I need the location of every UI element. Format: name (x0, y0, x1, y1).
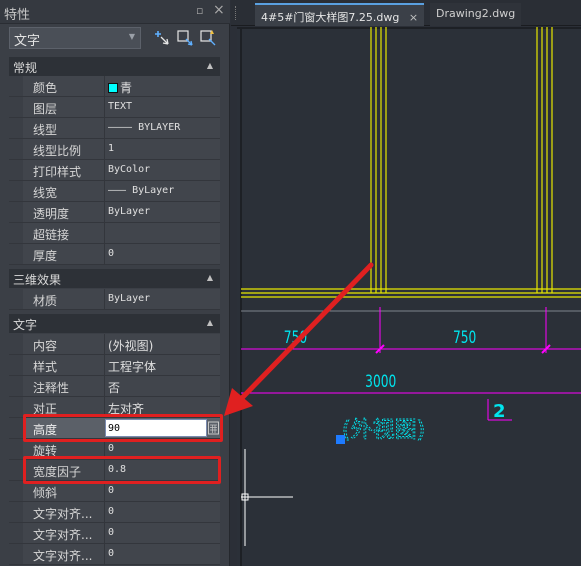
section-3d-title: 三维效果 (13, 273, 62, 287)
prop-value[interactable]: 0 (108, 548, 114, 559)
prop-value[interactable]: 0 (108, 485, 114, 496)
prop-row-justify[interactable]: 对正 左对齐 (9, 397, 220, 418)
select-objects-icon[interactable] (175, 28, 195, 48)
section-text-header[interactable]: 文字 ▲ (9, 314, 220, 333)
calculator-icon[interactable] (207, 419, 220, 437)
section-text-title: 文字 (13, 318, 38, 332)
properties-panel: 特性 ▫ × 文字 ▼ 常规 ▲ 颜色 青 图层 TEXT 线型 ———— BY… (0, 0, 230, 566)
close-icon[interactable]: × (409, 11, 418, 24)
prop-value[interactable]: 1 (108, 143, 114, 154)
prop-row-color[interactable]: 颜色 青 (9, 76, 220, 97)
selected-text-entity[interactable]: (外视图) (342, 418, 426, 444)
prop-row-linetype[interactable]: 线型 ———— BYLAYER (9, 118, 220, 139)
prop-label: 透明度 (33, 207, 70, 221)
tab-label: Drawing2.dwg (436, 7, 516, 20)
prop-label: 样式 (33, 360, 58, 374)
section-3d-header[interactable]: 三维效果 ▲ (9, 269, 220, 288)
prop-value[interactable]: 工程字体 (108, 358, 156, 375)
tab-label: 4#5#门窗大样图7.25.dwg (261, 11, 400, 24)
dimension-text-right: 750 (453, 328, 476, 348)
prop-row-transparency[interactable]: 透明度 ByLayer (9, 202, 220, 223)
prop-label: 文字对齐... (33, 528, 93, 542)
prop-value[interactable]: ——— ByLayer (108, 185, 174, 196)
prop-row-hyperlink[interactable]: 超链接 (9, 223, 220, 244)
prop-label: 旋转 (33, 444, 58, 458)
prop-label: 文字对齐... (33, 507, 93, 521)
prop-row-lineweight[interactable]: 线宽 ——— ByLayer (9, 181, 220, 202)
dimension-text-left: 750 (284, 328, 307, 348)
dimension-text-total: 3000 (365, 372, 396, 392)
prop-value[interactable]: ByLayer (108, 293, 150, 304)
prop-row-width-factor[interactable]: 宽度因子 0.8 (9, 460, 220, 481)
prop-label: 对正 (33, 402, 58, 416)
prop-value[interactable]: ———— BYLAYER (108, 122, 180, 133)
drawing-canvas[interactable]: 750 750 3000 2 (外视图) (237, 27, 581, 566)
panel-title-bar: 特性 ▫ × (0, 0, 230, 24)
prop-row-text-align-y[interactable]: 文字对齐... 0 (9, 523, 220, 544)
color-name: 青 (120, 81, 133, 95)
prop-value-color[interactable]: 青 (108, 79, 132, 96)
document-tab-bar: 4#5#门窗大样图7.25.dwg × Drawing2.dwg (231, 0, 581, 26)
prop-label: 高度 (33, 423, 58, 437)
prop-row-plot-style[interactable]: 打印样式 ByColor (9, 160, 220, 181)
prop-row-style[interactable]: 样式 工程字体 (9, 355, 220, 376)
prop-row-text-align-z[interactable]: 文字对齐... 0 (9, 544, 220, 565)
prop-row-material[interactable]: 材质 ByLayer (9, 289, 220, 310)
tab-drawing2[interactable]: Drawing2.dwg (430, 3, 522, 26)
quick-select-icon[interactable] (198, 28, 218, 48)
close-icon[interactable]: × (213, 2, 225, 18)
prop-row-height[interactable]: 高度 (9, 418, 220, 439)
height-input[interactable] (105, 419, 207, 437)
prop-label: 内容 (33, 339, 58, 353)
prop-row-layer[interactable]: 图层 TEXT (9, 97, 220, 118)
prop-value[interactable]: ByColor (108, 164, 150, 175)
tab-door-window-detail[interactable]: 4#5#门窗大样图7.25.dwg × (255, 3, 425, 26)
prop-row-rotation[interactable]: 旋转 0 (9, 439, 220, 460)
prop-row-text-align-x[interactable]: 文字对齐... 0 (9, 502, 220, 523)
prop-label: 文字对齐... (33, 549, 93, 563)
prop-row-annotative[interactable]: 注释性 否 (9, 376, 220, 397)
prop-label: 宽度因子 (33, 465, 82, 479)
prop-value[interactable]: 0 (108, 506, 114, 517)
prop-value[interactable]: 0.8 (108, 464, 126, 475)
pin-icon[interactable]: ▫ (196, 4, 203, 17)
prop-value[interactable]: 否 (108, 379, 120, 396)
prop-value[interactable]: TEXT (108, 101, 132, 112)
prop-label: 注释性 (33, 381, 70, 395)
section-general-header[interactable]: 常规 ▲ (9, 57, 220, 76)
prop-label: 倾斜 (33, 486, 58, 500)
panel-title: 特性 (4, 8, 31, 23)
add-selection-icon[interactable] (152, 28, 172, 48)
object-type-select[interactable]: 文字 ▼ (9, 27, 141, 49)
prop-label: 线型比例 (33, 144, 82, 158)
prop-row-contents[interactable]: 内容 (外视图) (9, 334, 220, 355)
collapse-icon: ▲ (206, 273, 213, 282)
color-swatch (108, 83, 118, 93)
tab-grip (235, 6, 238, 20)
prop-row-oblique[interactable]: 倾斜 0 (9, 481, 220, 502)
marker-number: 2 (493, 401, 506, 422)
prop-value[interactable]: (外视图) (108, 337, 153, 354)
prop-label: 线宽 (33, 186, 58, 200)
prop-value[interactable]: 左对齐 (108, 400, 144, 417)
prop-label: 颜色 (33, 81, 58, 95)
collapse-icon: ▲ (206, 61, 213, 70)
prop-label: 图层 (33, 102, 58, 116)
section-general-title: 常规 (13, 61, 38, 75)
object-type-value: 文字 (14, 34, 41, 49)
prop-label: 材质 (33, 294, 58, 308)
prop-row-thickness[interactable]: 厚度 0 (9, 244, 220, 265)
text-grip-handle[interactable] (336, 435, 345, 444)
prop-label: 线型 (33, 123, 58, 137)
prop-row-linetype-scale[interactable]: 线型比例 1 (9, 139, 220, 160)
chevron-down-icon: ▼ (128, 32, 135, 41)
collapse-icon: ▲ (206, 318, 213, 327)
prop-value[interactable]: ByLayer (108, 206, 150, 217)
prop-value[interactable]: 0 (108, 248, 114, 259)
prop-value[interactable]: 0 (108, 443, 114, 454)
prop-value[interactable]: 0 (108, 527, 114, 538)
prop-label: 超链接 (33, 228, 70, 242)
prop-label: 打印样式 (33, 165, 82, 179)
prop-label: 厚度 (33, 249, 58, 263)
